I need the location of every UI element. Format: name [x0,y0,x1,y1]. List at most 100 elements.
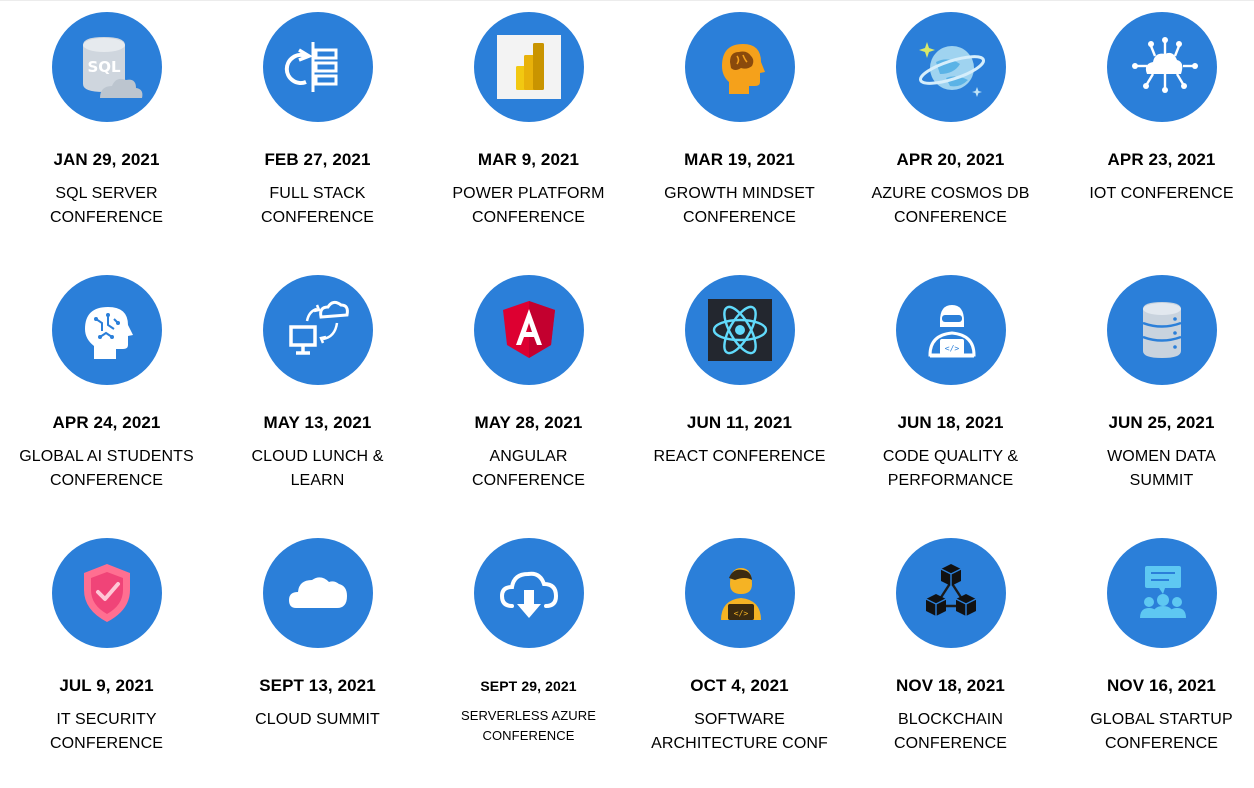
event-icon-button[interactable]: SQL [51,12,162,122]
shield-check-icon [83,564,130,622]
event-card: SQL JAN 29, 2021 SQL SERVER CONFERENCE [1,0,212,262]
event-date: APR 20, 2021 [896,150,1005,169]
event-date: SEPT 29, 2021 [480,678,577,694]
event-title: BLOCKCHAIN CONFERENCE [841,708,1060,756]
cloud-sync-icon [288,300,349,355]
event-date: NOV 16, 2021 [1107,676,1216,695]
event-title: WOMEN DATA SUMMIT [1052,445,1254,493]
event-icon-button[interactable]: </> [684,538,795,648]
event-title-line: POWER PLATFORM [452,185,605,202]
event-card: JUN 11, 2021 REACT CONFERENCE [634,263,845,525]
event-title: SQL SERVER CONFERENCE [0,182,216,230]
event-card: NOV 16, 2021 GLOBAL STARTUP CONFERENCE [1056,526,1254,788]
event-date: APR 24, 2021 [52,413,161,432]
event-title-line: CONFERENCE [682,209,796,226]
react-icon [707,299,772,361]
event-date: MAR 9, 2021 [477,150,580,169]
event-title-line: CLOUD LUNCH & [251,448,384,465]
event-title: ANGULAR CONFERENCE [419,445,638,493]
event-icon-button[interactable] [473,275,584,385]
event-card: FEB 27, 2021 FULL STACK CONFERENCE [212,0,423,262]
event-title-line: GROWTH MINDSET [664,185,815,202]
event-icon-button[interactable]: </> [895,275,1006,385]
event-title: AZURE COSMOS DB CONFERENCE [841,182,1060,230]
event-icon-button[interactable] [262,12,373,122]
event-icon-button[interactable] [262,275,373,385]
event-title-line: REACT CONFERENCE [653,448,826,465]
database-icon [1142,302,1181,358]
event-title-line: ANGULAR [489,448,568,465]
event-icon-button[interactable] [262,538,373,648]
event-card: MAR 9, 2021 POWER PLATFORM CONFERENCE [423,0,634,262]
event-icon-button[interactable] [895,538,1006,648]
event-title: CODE QUALITY & PERFORMANCE [841,445,1060,493]
event-date: SEPT 13, 2021 [259,676,376,695]
event-card: APR 20, 2021 AZURE COSMOS DB CONFERENCE [845,0,1056,262]
svg-text:</>: </> [733,609,748,618]
event-title-line: CONFERENCE [49,472,163,489]
event-title-line: IT SECURITY [56,711,157,728]
event-title-line: SQL SERVER [55,185,158,202]
event-title: CLOUD LUNCH & LEARN [208,445,427,493]
event-icon-button[interactable] [895,12,1006,122]
developer-icon: </> [927,305,976,358]
event-title-line: CONFERENCE [49,209,163,226]
event-card: SEPT 13, 2021 CLOUD SUMMIT [212,526,423,788]
event-title: GLOBAL STARTUP CONFERENCE [1052,708,1254,756]
event-date: JUN 18, 2021 [897,413,1004,432]
cloud-network-icon [1131,37,1198,93]
event-date: JUN 25, 2021 [1108,413,1215,432]
full-stack-icon [284,42,337,92]
power-bi-icon [496,35,561,99]
event-title: GLOBAL AI STUDENTS CONFERENCE [0,445,216,493]
event-title-line: CONFERENCE [893,209,1007,226]
event-icon-button[interactable] [51,275,162,385]
event-date: JUN 11, 2021 [686,413,793,432]
event-title-line: CONFERENCE [893,735,1007,752]
event-card: NOV 18, 2021 BLOCKCHAIN CONFERENCE [845,526,1056,788]
event-title: FULL STACK CONFERENCE [208,182,427,230]
event-title-line: CLOUD SUMMIT [255,711,380,728]
event-title-line: CODE QUALITY & [882,448,1019,465]
event-title-line: IOT CONFERENCE [1089,185,1234,202]
event-icon-button[interactable] [1106,12,1217,122]
event-icon-button[interactable] [51,538,162,648]
event-title: IOT CONFERENCE [1052,182,1254,206]
svg-text:SQL: SQL [87,58,121,76]
svg-text:</>: </> [944,344,959,353]
event-icon-button[interactable] [684,275,795,385]
event-icon-button[interactable] [1106,538,1217,648]
event-date: JAN 29, 2021 [53,150,160,169]
event-card: MAY 13, 2021 CLOUD LUNCH & LEARN [212,263,423,525]
event-title: IT SECURITY CONFERENCE [0,708,216,756]
event-date: OCT 4, 2021 [690,676,789,695]
software-architect-icon: </> [720,568,761,620]
event-title-line: LEARN [290,472,345,489]
event-icon-button[interactable] [473,12,584,122]
event-title: GROWTH MINDSET CONFERENCE [630,182,849,230]
event-card: MAR 19, 2021 GROWTH MINDSET CONFERENCE [634,0,845,262]
event-card: MAY 28, 2021 ANGULAR CONFERENCE [423,263,634,525]
event-icon-button[interactable] [473,538,584,648]
event-date: JUL 9, 2021 [59,676,154,695]
event-title: CLOUD SUMMIT [208,708,427,732]
event-icon-button[interactable] [1106,275,1217,385]
event-title-line: SUMMIT [1129,472,1194,489]
event-icon-button[interactable] [684,12,795,122]
event-card: APR 23, 2021 IOT CONFERENCE [1056,0,1254,262]
event-date: MAR 19, 2021 [684,150,795,169]
event-title-line: WOMEN DATA [1107,448,1216,465]
event-title-line: CONFERENCE [260,209,374,226]
event-title-line: GLOBAL STARTUP [1090,711,1233,728]
brain-head-icon [721,44,765,94]
event-title-line: BLOCKCHAIN [897,711,1004,728]
event-title-line: GLOBAL AI STUDENTS [19,448,194,465]
sql-server-icon: SQL [82,37,142,98]
event-date: APR 23, 2021 [1107,150,1216,169]
cloud-icon [288,577,347,608]
event-date: FEB 27, 2021 [264,150,371,169]
event-title: SOFTWARE ARCHITECTURE CONF [630,708,849,756]
event-card: </> OCT 4, 2021 SOFTWARE ARCHITECTURE CON… [634,526,845,788]
event-title-line: CONFERENCE [471,472,585,489]
event-date: MAY 13, 2021 [263,413,372,432]
